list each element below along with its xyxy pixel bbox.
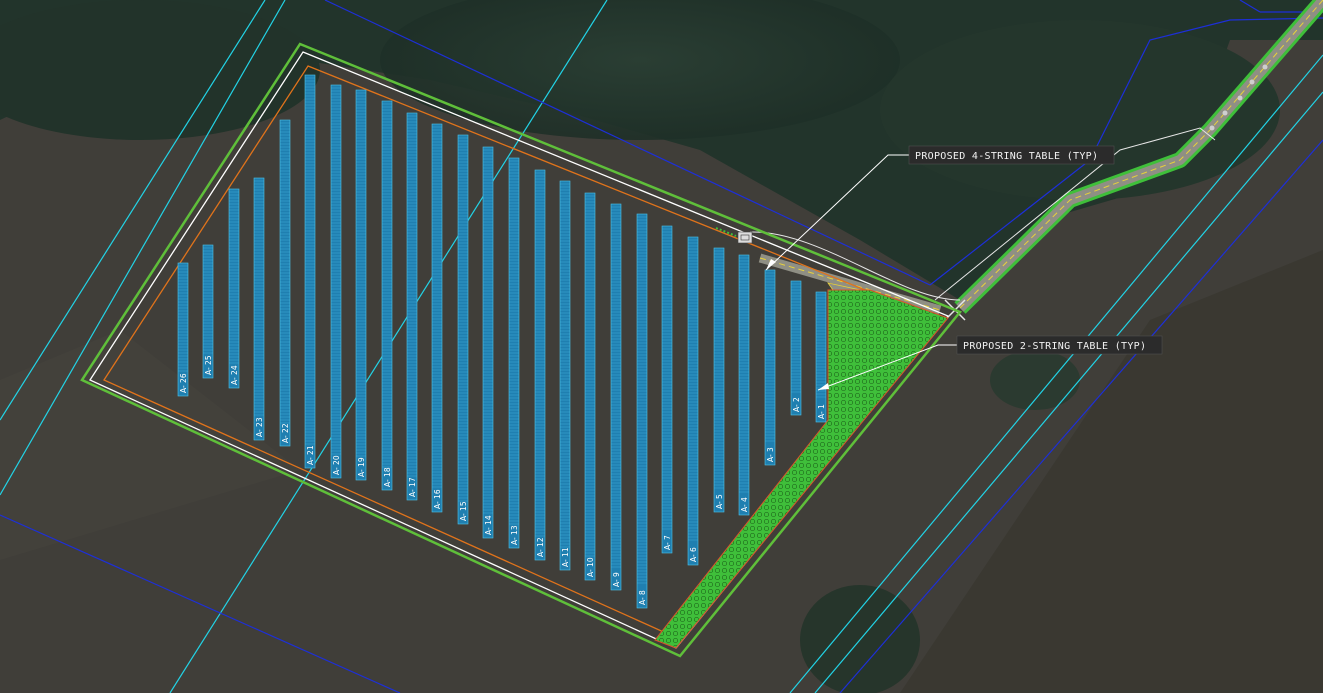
panel-table [584, 192, 596, 581]
row-label: A- 24 [230, 365, 239, 385]
panel-row-a-22[interactable]: A- 22 [279, 119, 291, 447]
row-label: A- 26 [179, 373, 188, 393]
row-label: A- 15 [459, 501, 468, 521]
row-label: A- 6 [689, 547, 698, 562]
row-label: A- 9 [612, 572, 621, 587]
panel-row-a-7[interactable]: A- 7 [661, 225, 673, 554]
panel-row-a-17[interactable]: A- 17 [406, 112, 418, 501]
panel-table [279, 119, 291, 447]
site-plan-view[interactable]: A- 1 A- 2 A- 3 A- 4 A- 5 A- 6 A- 7 A- 8 A- 9 A- 1… [0, 0, 1323, 693]
row-label: A- 17 [408, 477, 417, 497]
row-label: A- 20 [332, 455, 341, 475]
panel-row-a-15[interactable]: A- 15 [457, 134, 469, 525]
row-label: A- 12 [536, 537, 545, 557]
panel-table [636, 213, 648, 609]
panel-row-a-26[interactable]: A- 26 [177, 262, 189, 397]
panel-row-a-5[interactable]: A- 5 [713, 247, 725, 513]
row-label: A- 3 [766, 447, 775, 462]
panel-table [661, 225, 673, 554]
panel-table [559, 180, 571, 571]
panel-row-a-24[interactable]: A- 24 [228, 188, 240, 389]
panel-row-a-13[interactable]: A- 13 [508, 157, 520, 549]
row-label: A- 2 [792, 397, 801, 412]
row-label: A- 18 [383, 467, 392, 487]
panel-table [431, 123, 443, 513]
callout-two-string-text: PROPOSED 2-STRING TABLE (TYP) [963, 341, 1146, 352]
panel-row-a-12[interactable]: A- 12 [534, 169, 546, 561]
row-label: A- 5 [715, 494, 724, 509]
panel-table [815, 291, 827, 423]
row-label: A- 16 [433, 489, 442, 509]
panel-row-a-11[interactable]: A- 11 [559, 180, 571, 571]
row-label: A- 11 [561, 547, 570, 567]
row-label: A- 10 [586, 557, 595, 577]
panel-row-a-25[interactable]: A- 25 [202, 244, 214, 379]
panel-row-a-14[interactable]: A- 14 [482, 146, 494, 539]
panel-table [764, 269, 776, 466]
panel-table [482, 146, 494, 539]
panel-row-a-1[interactable]: A- 1 [815, 291, 827, 423]
panel-table [304, 74, 316, 469]
panel-row-a-18[interactable]: A- 18 [381, 100, 393, 491]
site-plan-map: A- 1 A- 2 A- 3 A- 4 A- 5 A- 6 A- 7 A- 8 A- 9 A- 1… [0, 0, 1323, 693]
row-label: A- 19 [357, 457, 366, 477]
panel-row-a-8[interactable]: A- 8 [636, 213, 648, 609]
row-label: A- 4 [740, 497, 749, 512]
panel-table [687, 236, 699, 566]
callout-four-string[interactable]: PROPOSED 4-STRING TABLE (TYP) [908, 145, 1115, 165]
panel-row-a-6[interactable]: A- 6 [687, 236, 699, 566]
panel-row-a-20[interactable]: A- 20 [330, 84, 342, 479]
panel-row-a-3[interactable]: A- 3 [764, 269, 776, 466]
panel-row-a-19[interactable]: A- 19 [355, 89, 367, 481]
callout-four-string-text: PROPOSED 4-STRING TABLE (TYP) [915, 151, 1098, 162]
callout-two-string[interactable]: PROPOSED 2-STRING TABLE (TYP) [956, 335, 1163, 355]
row-label: A- 1 [817, 404, 826, 419]
panel-table [406, 112, 418, 501]
panel-row-a-9[interactable]: A- 9 [610, 203, 622, 591]
row-label: A- 7 [663, 535, 672, 550]
row-label: A- 13 [510, 525, 519, 545]
row-label: A- 8 [638, 590, 647, 605]
panel-row-a-16[interactable]: A- 16 [431, 123, 443, 513]
row-label: A- 21 [306, 445, 315, 465]
panel-row-a-2[interactable]: A- 2 [790, 280, 802, 416]
panel-table [381, 100, 393, 491]
panel-table [457, 134, 469, 525]
panel-row-a-10[interactable]: A- 10 [584, 192, 596, 581]
panel-table [253, 177, 265, 441]
row-label: A- 22 [281, 423, 290, 443]
panel-row-a-21[interactable]: A- 21 [304, 74, 316, 469]
panel-table [610, 203, 622, 591]
panel-table [330, 84, 342, 479]
row-label: A- 14 [484, 515, 493, 535]
panel-row-a-4[interactable]: A- 4 [738, 254, 750, 516]
panel-row-a-23[interactable]: A- 23 [253, 177, 265, 441]
row-label: A- 25 [204, 355, 213, 375]
panel-table [790, 280, 802, 416]
row-label: A- 23 [255, 417, 264, 437]
